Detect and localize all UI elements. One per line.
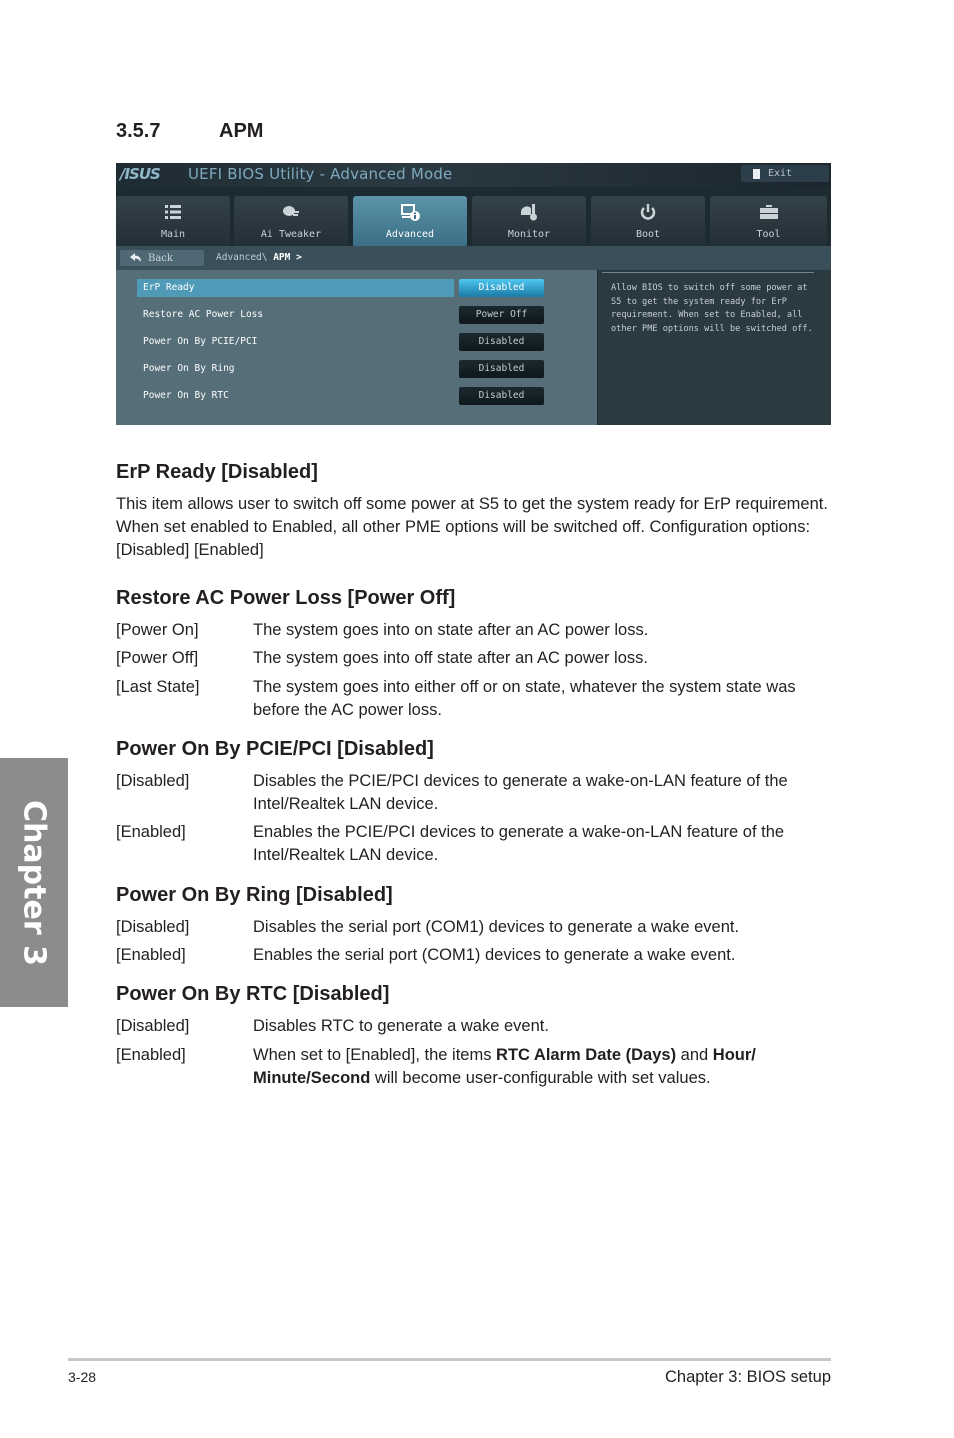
help-text: Allow BIOS to switch off some power at S…	[611, 283, 813, 334]
bios-screenshot: /ISUS UEFI BIOS Utility - Advanced Mode …	[116, 163, 831, 425]
desc-text: will become user-configurable with set v…	[370, 1069, 711, 1087]
setting-value-button[interactable]: Disabled	[459, 360, 544, 378]
tab-label: Boot	[635, 229, 661, 240]
option-desc: Disables RTC to generate a wake event.	[253, 1017, 549, 1035]
option-key: [Power Off]	[116, 649, 199, 667]
help-divider	[602, 272, 814, 273]
desc-text: and	[676, 1046, 713, 1064]
item-title-erp-ready: ErP Ready [Disabled]	[116, 461, 318, 483]
desc-text: When set to [Enabled], the items	[253, 1046, 497, 1064]
setting-value-button[interactable]: Disabled	[459, 333, 544, 351]
tab-monitor[interactable]: Monitor	[472, 196, 586, 246]
option-desc: When set to [Enabled], the items RTC Ala…	[253, 1044, 831, 1090]
option-desc: Disables the PCIE/PCI devices to generat…	[253, 772, 788, 813]
breadcrumb-path: Advanced\	[216, 252, 274, 263]
page-number: 3-28	[68, 1369, 97, 1385]
bios-nav-bar: Back Advanced\ APM >	[116, 246, 831, 270]
section-number: 3.5.7	[116, 120, 161, 142]
advanced-info-icon	[401, 204, 420, 221]
item-title-restore-ac: Restore AC Power Loss [Power Off]	[116, 587, 456, 609]
option-desc: Disables the serial port (COM1) devices …	[253, 918, 740, 936]
setting-row-power-on-by-ring[interactable]: Power On By Ring Disabled	[137, 360, 582, 378]
option-key: [Enabled]	[116, 823, 186, 841]
setting-row-power-on-by-pcie-pci[interactable]: Power On By PCIE/PCI Disabled	[137, 333, 582, 351]
power-icon	[640, 204, 656, 220]
option-key: [Disabled]	[116, 918, 190, 936]
exit-button[interactable]: Exit	[741, 165, 829, 182]
help-pane: Allow BIOS to switch off some power at S…	[598, 270, 831, 425]
setting-value-button[interactable]: Power Off	[459, 306, 544, 324]
option-desc: Enables the PCIE/PCI devices to generate…	[253, 823, 785, 864]
setting-label: ErP Ready	[137, 279, 454, 297]
setting-value-button[interactable]: Disabled	[459, 387, 544, 405]
bios-title-bar: /ISUS UEFI BIOS Utility - Advanced Mode …	[116, 163, 831, 187]
option-key: [Last State]	[116, 678, 200, 696]
footer-divider	[68, 1358, 831, 1361]
tab-label: Ai Tweaker	[260, 229, 322, 240]
back-label: Back	[148, 252, 173, 264]
bios-title: UEFI BIOS Utility - Advanced Mode	[188, 165, 453, 183]
option-key: [Power On]	[116, 621, 199, 639]
tab-tool[interactable]: Tool	[710, 196, 827, 246]
back-arrow-icon	[130, 253, 141, 262]
tab-label: Advanced	[385, 229, 435, 240]
tab-boot[interactable]: Boot	[591, 196, 705, 246]
section-title: APM	[219, 120, 264, 142]
tab-label: Tool	[756, 229, 781, 240]
footer-chapter: Chapter 3: BIOS setup	[664, 1368, 831, 1386]
exit-door-icon	[753, 168, 760, 179]
setting-label: Power On By Ring	[143, 363, 235, 374]
chapter-label: Chapter 3	[16, 799, 52, 966]
toolbox-icon	[759, 205, 778, 219]
option-key: [Disabled]	[116, 772, 190, 790]
option-desc: The system goes into off state after an …	[253, 649, 648, 667]
list-icon	[165, 205, 181, 219]
tab-main[interactable]: Main	[116, 196, 230, 246]
exit-label: Exit	[768, 168, 793, 179]
back-button[interactable]: Back	[120, 250, 204, 266]
setting-row-erp-ready[interactable]: ErP Ready Disabled	[137, 279, 582, 297]
chapter-side-tab: Chapter 3	[0, 758, 68, 1007]
item-title-ring: Power On By Ring [Disabled]	[116, 884, 393, 906]
item-title-rtc: Power On By RTC [Disabled]	[116, 983, 390, 1005]
setting-row-power-on-by-rtc[interactable]: Power On By RTC Disabled	[137, 387, 582, 405]
option-key: [Disabled]	[116, 1017, 190, 1035]
section-heading: 3.5.7 APM	[116, 120, 263, 143]
asus-logo: /ISUS	[120, 165, 161, 183]
setting-row-restore-ac-power-loss[interactable]: Restore AC Power Loss Power Off	[137, 306, 582, 324]
item-title-pcie-pci: Power On By PCIE/PCI [Disabled]	[116, 738, 434, 760]
option-desc: Enables the serial port (COM1) devices t…	[253, 946, 736, 964]
setting-label: Power On By PCIE/PCI	[143, 336, 258, 347]
setting-value-button[interactable]: Disabled	[459, 279, 544, 297]
thermometer-icon	[521, 204, 537, 221]
option-key: [Enabled]	[116, 1046, 186, 1064]
option-key: [Enabled]	[116, 946, 186, 964]
item-desc-erp-ready: This item allows user to switch off some…	[116, 495, 828, 559]
breadcrumb: Advanced\ APM >	[216, 252, 302, 263]
option-desc: The system goes into either off or on st…	[253, 678, 796, 719]
setting-label: Restore AC Power Loss	[143, 309, 264, 320]
settings-list: ErP Ready Disabled Restore AC Power Loss…	[116, 270, 597, 425]
tab-label: Monitor	[507, 229, 551, 240]
fan-icon	[283, 206, 299, 216]
option-desc: The system goes into on state after an A…	[253, 621, 649, 639]
bios-tabs: Main Ai Tweaker Advanced Monitor Boot To…	[116, 196, 831, 246]
tab-advanced[interactable]: Advanced	[353, 196, 467, 246]
tab-ai-tweaker[interactable]: Ai Tweaker	[234, 196, 348, 246]
desc-bold-term: RTC Alarm Date (Days)	[496, 1046, 677, 1064]
tab-label: Main	[160, 229, 186, 240]
breadcrumb-current: APM >	[273, 252, 302, 263]
setting-label: Power On By RTC	[143, 390, 229, 401]
